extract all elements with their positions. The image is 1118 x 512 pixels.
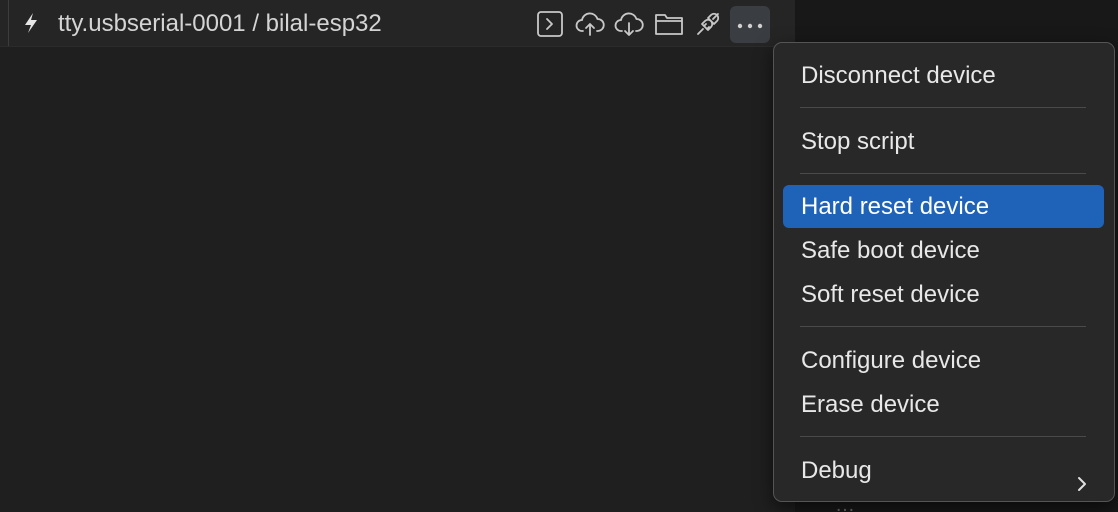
menu-item-soft-reset-device[interactable]: Soft reset device — [783, 273, 1104, 316]
menu-item-safe-boot-device[interactable]: Safe boot device — [783, 229, 1104, 272]
menu-item-debug-label: Debug — [801, 457, 872, 484]
menu-item-erase-device[interactable]: Erase device — [783, 383, 1104, 426]
cloud-download-icon[interactable] — [614, 9, 644, 39]
cloud-upload-icon[interactable] — [575, 9, 605, 39]
divider — [8, 0, 9, 46]
menu-separator — [800, 107, 1086, 108]
menu-item-disconnect-device[interactable]: Disconnect device — [783, 54, 1104, 97]
menu-item-hard-reset-device[interactable]: Hard reset device — [783, 185, 1104, 228]
menu-separator — [800, 173, 1086, 174]
device-context-menu: Disconnect device Stop script Hard reset… — [773, 42, 1115, 502]
editor-viewport: tty.usbserial-0001 / bilal-esp32 … Disco… — [0, 0, 1118, 512]
menu-item-configure-device[interactable]: Configure device — [783, 339, 1104, 382]
chevron-right-icon — [1076, 463, 1088, 506]
lightning-bolt-icon — [22, 12, 40, 34]
more-icon — [737, 16, 763, 34]
menu-item-stop-script[interactable]: Stop script — [783, 120, 1104, 163]
menu-separator — [800, 436, 1086, 437]
plug-icon[interactable] — [693, 9, 723, 39]
folder-icon[interactable] — [654, 9, 684, 39]
menu-item-debug[interactable]: Debug — [783, 449, 1104, 492]
connection-title: tty.usbserial-0001 / bilal-esp32 — [58, 10, 382, 37]
menu-separator — [800, 326, 1086, 327]
connection-titlebar: tty.usbserial-0001 / bilal-esp32 — [0, 0, 795, 47]
more-actions-button[interactable] — [730, 6, 770, 43]
terminal-icon[interactable] — [535, 9, 565, 39]
